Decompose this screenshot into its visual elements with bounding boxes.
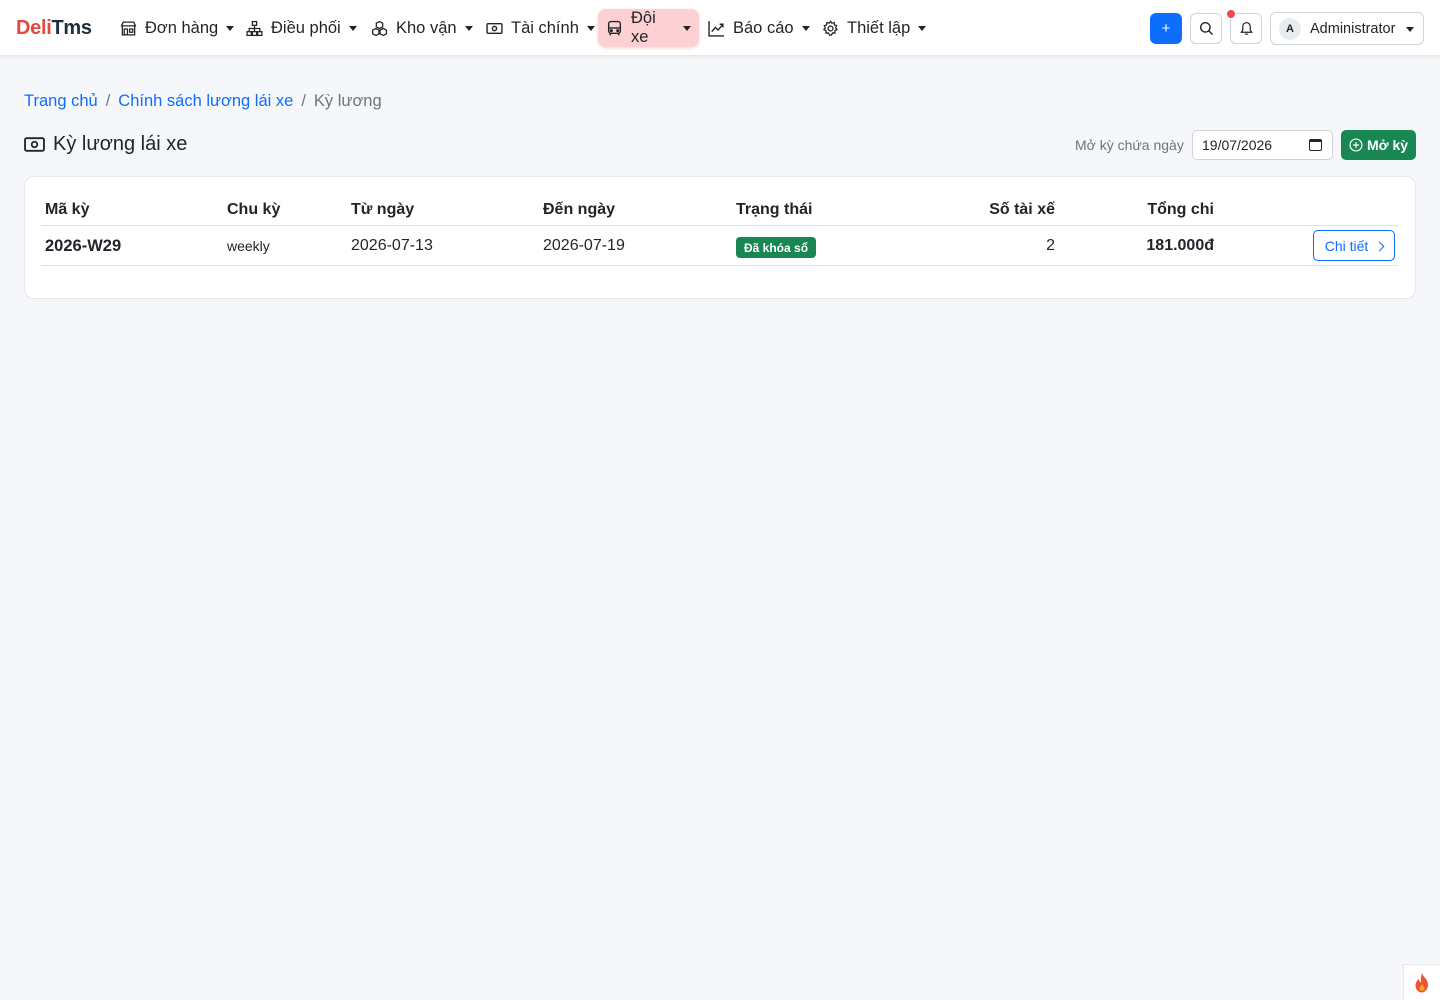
open-period-label: Mở kỳ chứa ngày — [1075, 137, 1184, 153]
nav-item-reports[interactable]: Báo cáo — [699, 9, 818, 47]
open-period-button[interactable]: Mở kỳ — [1341, 130, 1416, 160]
network-icon — [245, 19, 263, 37]
open-period-button-label: Mở kỳ — [1366, 137, 1409, 153]
column-header-drivers: Số tài xế — [989, 201, 1055, 218]
nav-item-fleet[interactable]: Đội xe — [598, 9, 699, 47]
cell-total: 181.000đ — [1146, 237, 1214, 254]
chevron-down-icon — [683, 25, 691, 31]
notifications-button[interactable] — [1230, 13, 1262, 44]
brand-part2: Tms — [51, 17, 92, 39]
search-icon — [1199, 21, 1213, 36]
status-badge: Đã khóa sổ — [736, 237, 817, 258]
nav-item-finance[interactable]: Tài chính — [477, 9, 603, 47]
store-icon — [119, 19, 137, 37]
search-button[interactable] — [1190, 13, 1222, 44]
open-date-value: 19/07/2026 — [1202, 137, 1273, 153]
chevron-down-icon — [348, 25, 357, 31]
breadcrumb-current: Kỳ lương — [313, 92, 382, 110]
chevron-down-icon — [1406, 27, 1414, 32]
bus-icon — [606, 19, 623, 37]
avatar: A — [1279, 17, 1301, 40]
chevron-down-icon — [586, 25, 595, 31]
table-header-divider — [41, 225, 1398, 226]
debug-toolbar-toggle[interactable] — [1403, 964, 1440, 1000]
nav-label-fleet: Đội xe — [631, 9, 656, 46]
chevron-down-icon — [464, 25, 473, 31]
column-header-to: Đến ngày — [543, 201, 616, 218]
calendar-icon[interactable] — [1309, 139, 1322, 151]
nav-label-finance: Tài chính — [511, 18, 579, 37]
nav-label-warehouse: Kho vận — [396, 18, 457, 37]
nav-label-orders: Đơn hàng — [145, 18, 219, 37]
table-row-divider — [41, 265, 1398, 266]
cash-icon — [24, 137, 45, 152]
column-header-code: Mã kỳ — [45, 201, 90, 218]
chart-line-icon — [707, 19, 725, 37]
brand-part1: Deli — [16, 17, 52, 39]
top-navbar: DeliTms Đơn hàng Điều phối Kho vận Tài c… — [0, 0, 1440, 56]
plus-icon: + — [1161, 20, 1171, 37]
breadcrumb-policy[interactable]: Chính sách lương lái xe — [118, 91, 293, 111]
page-title: Kỳ lương lái xe — [24, 133, 187, 156]
breadcrumb-home[interactable]: Trang chủ — [24, 91, 98, 111]
boxes-icon — [370, 19, 388, 37]
notification-badge — [1226, 9, 1236, 19]
open-date-input[interactable]: 19/07/2026 — [1192, 130, 1333, 160]
chevron-down-icon — [226, 25, 235, 31]
cell-code: 2026-W29 — [45, 237, 122, 255]
user-menu[interactable]: A Administrator — [1270, 12, 1424, 45]
breadcrumb-separator: / — [105, 92, 111, 110]
breadcrumb-separator: / — [301, 92, 306, 110]
gear-icon — [821, 19, 839, 37]
column-header-status: Trạng thái — [736, 201, 813, 218]
plus-circle-icon — [1349, 138, 1363, 152]
cell-to: 2026-07-19 — [543, 237, 625, 254]
breadcrumb: Trang chủ / Chính sách lương lái xe / Kỳ… — [24, 91, 382, 111]
nav-label-reports: Báo cáo — [733, 18, 794, 37]
column-header-from: Từ ngày — [351, 201, 415, 218]
cell-cycle: weekly — [227, 238, 270, 254]
quick-add-button[interactable]: + — [1150, 13, 1182, 44]
cell-from: 2026-07-13 — [351, 237, 433, 254]
nav-label-dispatch: Điều phối — [271, 18, 341, 37]
page-title-text: Kỳ lương lái xe — [53, 133, 188, 155]
cash-icon — [485, 19, 503, 37]
nav-item-settings[interactable]: Thiết lập — [813, 9, 934, 47]
nav-item-warehouse[interactable]: Kho vận — [362, 9, 481, 47]
nav-item-orders[interactable]: Đơn hàng — [111, 9, 242, 47]
user-name: Administrator — [1310, 20, 1396, 37]
cell-drivers: 2 — [1046, 237, 1055, 254]
column-header-cycle: Chu kỳ — [227, 201, 281, 218]
nav-label-settings: Thiết lập — [847, 18, 911, 37]
chevron-right-icon — [1374, 241, 1385, 251]
detail-button-label: Chi tiết — [1324, 237, 1369, 254]
column-header-total: Tổng chi — [1147, 201, 1214, 218]
detail-button[interactable]: Chi tiết — [1313, 230, 1395, 261]
flame-icon — [1415, 972, 1428, 992]
chevron-down-icon — [801, 25, 810, 31]
chevron-down-icon — [918, 25, 927, 31]
bell-icon — [1239, 22, 1253, 35]
nav-item-dispatch[interactable]: Điều phối — [237, 9, 365, 47]
brand-logo[interactable]: DeliTms — [16, 16, 92, 40]
